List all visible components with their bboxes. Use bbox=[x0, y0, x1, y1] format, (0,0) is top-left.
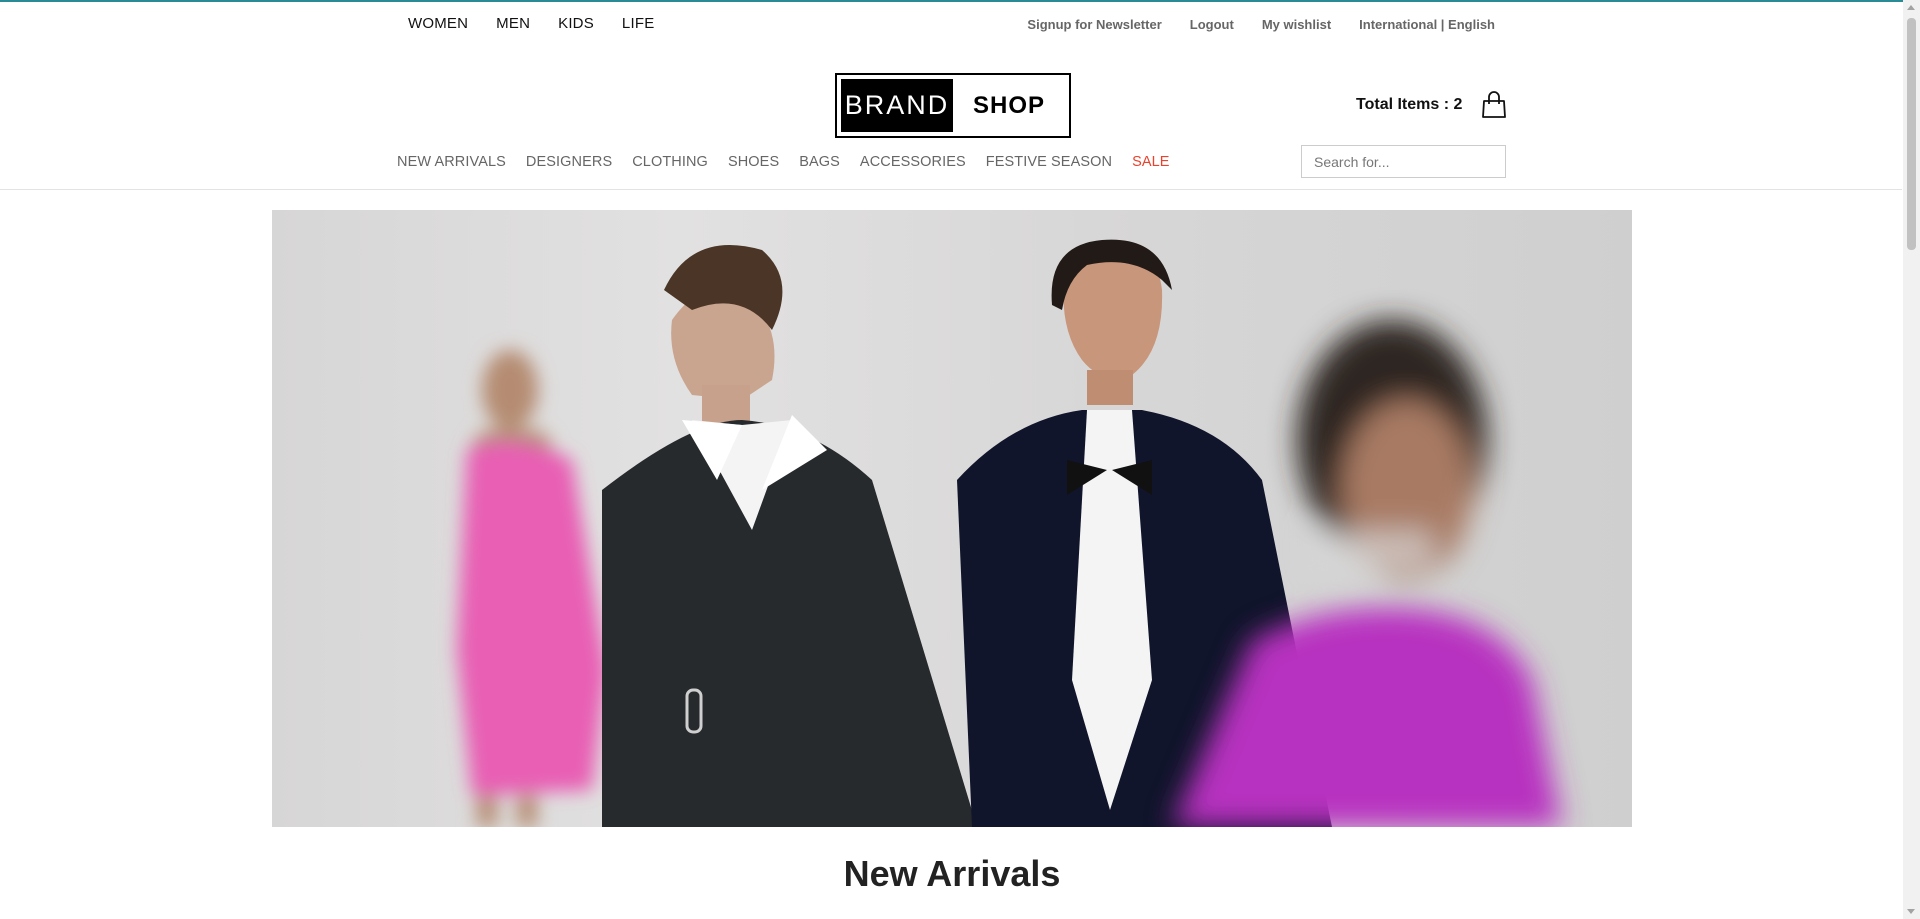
category-bags[interactable]: BAGS bbox=[799, 154, 840, 170]
logout-link[interactable]: Logout bbox=[1190, 17, 1234, 32]
gender-nav: WOMEN MEN KIDS LIFE bbox=[408, 15, 654, 32]
category-designers[interactable]: DESIGNERS bbox=[526, 154, 612, 170]
utility-nav: Signup for Newsletter Logout My wishlist… bbox=[1027, 17, 1495, 32]
wishlist-link[interactable]: My wishlist bbox=[1262, 17, 1331, 32]
category-sale[interactable]: SALE bbox=[1132, 154, 1169, 170]
category-new-arrivals[interactable]: NEW ARRIVALS bbox=[397, 154, 506, 170]
nav-life[interactable]: LIFE bbox=[622, 15, 654, 32]
category-shoes[interactable]: SHOES bbox=[728, 154, 779, 170]
top-accent-line bbox=[0, 0, 1920, 2]
nav-kids[interactable]: KIDS bbox=[558, 15, 594, 32]
scroll-up-icon[interactable] bbox=[1907, 5, 1915, 10]
cart-total-label: Total Items : 2 bbox=[1356, 96, 1463, 113]
category-clothing[interactable]: CLOTHING bbox=[632, 154, 708, 170]
nav-men[interactable]: MEN bbox=[496, 15, 530, 32]
search-input[interactable] bbox=[1314, 153, 1495, 170]
search-box bbox=[1301, 145, 1506, 178]
page-scrollbar[interactable] bbox=[1903, 0, 1920, 919]
cart-summary[interactable]: Total Items : 2 bbox=[1356, 91, 1507, 119]
shopping-bag-icon[interactable] bbox=[1482, 91, 1507, 119]
nav-women[interactable]: WOMEN bbox=[408, 15, 468, 32]
hero-photo-illustration bbox=[457, 239, 1562, 827]
category-accessories[interactable]: ACCESSORIES bbox=[860, 154, 966, 170]
brand-logo[interactable]: BRAND SHOP bbox=[835, 73, 1071, 138]
header-divider bbox=[0, 189, 1902, 190]
section-title-new-arrivals: New Arrivals bbox=[843, 853, 1061, 894]
category-nav: NEW ARRIVALS DESIGNERS CLOTHING SHOES BA… bbox=[397, 154, 1170, 170]
category-festive-season[interactable]: FESTIVE SEASON bbox=[986, 154, 1112, 170]
logo-shop-text: SHOP bbox=[972, 91, 1045, 119]
newsletter-link[interactable]: Signup for Newsletter bbox=[1027, 17, 1161, 32]
hero-banner-image[interactable] bbox=[272, 210, 1632, 827]
locale-selector[interactable]: International | English bbox=[1359, 17, 1495, 32]
logo-brand-text: BRAND bbox=[841, 79, 953, 132]
scroll-thumb[interactable] bbox=[1907, 18, 1916, 250]
scroll-down-icon[interactable] bbox=[1907, 909, 1915, 914]
